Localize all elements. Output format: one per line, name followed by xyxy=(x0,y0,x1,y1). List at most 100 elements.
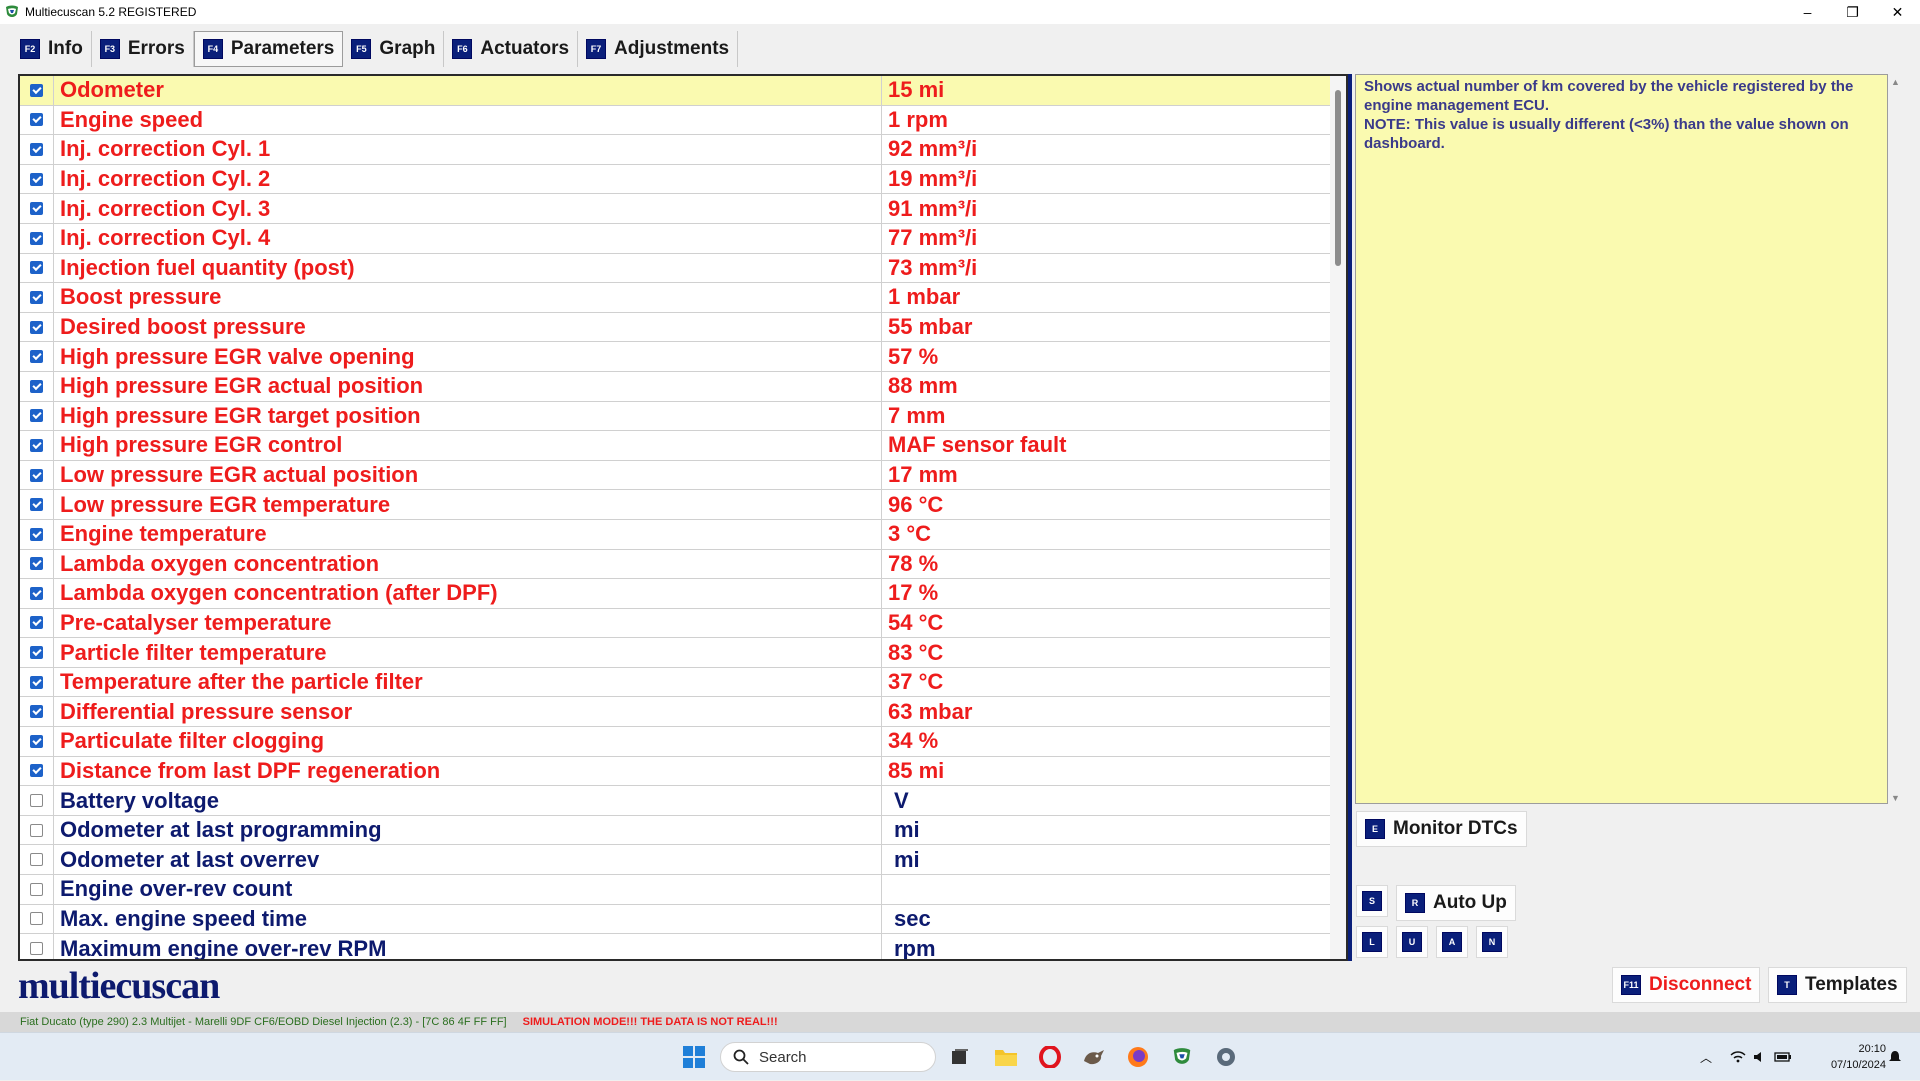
parameter-checkbox[interactable] xyxy=(30,438,43,452)
parameter-checkbox[interactable] xyxy=(30,231,43,245)
parameter-row[interactable]: High pressure EGR target position 7 mm xyxy=(20,401,1330,432)
s-button[interactable]: S xyxy=(1356,885,1388,917)
multiecuscan-taskbar-icon[interactable] xyxy=(1170,1045,1194,1069)
parameter-row[interactable]: Differential pressure sensor 63 mbar xyxy=(20,697,1330,728)
parameter-checkbox[interactable] xyxy=(30,379,43,393)
parameter-row[interactable]: Boost pressure 1 mbar xyxy=(20,283,1330,313)
parameter-row[interactable]: High pressure EGR valve opening 57 % xyxy=(20,342,1330,372)
parameter-row[interactable]: Low pressure EGR actual position 17 mm xyxy=(20,460,1330,491)
notification-bell-icon[interactable] xyxy=(1888,1050,1902,1064)
parameter-row[interactable]: Engine temperature 3 °C xyxy=(20,519,1330,550)
parameter-checkbox[interactable] xyxy=(30,261,43,275)
parameter-checkbox[interactable] xyxy=(30,202,43,216)
parameter-row[interactable]: Temperature after the particle filter 37 … xyxy=(20,667,1330,698)
parameter-row[interactable]: High pressure EGR control MAF sensor faul… xyxy=(20,431,1330,461)
parameter-checkbox[interactable] xyxy=(30,527,43,541)
show-hidden-icons-chevron-icon[interactable]: ︿ xyxy=(1700,1049,1712,1066)
panel-splitter[interactable] xyxy=(1348,74,1352,961)
scroll-up-arrow-icon[interactable]: ▲ xyxy=(1891,77,1900,87)
parameter-row[interactable]: Injection fuel quantity (post) 73 mm³/i xyxy=(20,253,1330,284)
auto-up-button[interactable]: R Auto Up xyxy=(1396,885,1516,921)
close-button[interactable]: ✕ xyxy=(1875,0,1920,24)
parameter-row[interactable]: Lambda oxygen concentration (after DPF) 1… xyxy=(20,579,1330,609)
parameter-row[interactable]: Inj. correction Cyl. 1 92 mm³/i xyxy=(20,135,1330,165)
disconnect-button[interactable]: F11 Disconnect xyxy=(1612,967,1761,1003)
parameter-checkbox[interactable] xyxy=(30,764,43,778)
n-button[interactable]: N xyxy=(1476,926,1508,958)
parameter-checkbox[interactable] xyxy=(30,912,43,926)
parameter-checkbox[interactable] xyxy=(30,882,43,896)
parameter-row[interactable]: Low pressure EGR temperature 96 °C xyxy=(20,490,1330,520)
parameter-checkbox[interactable] xyxy=(30,113,43,127)
firefox-icon[interactable] xyxy=(1126,1045,1150,1069)
tab-errors[interactable]: F3 Errors xyxy=(92,31,194,67)
parameter-row[interactable]: Particle filter temperature 83 °C xyxy=(20,638,1330,668)
taskbar-clock[interactable]: 20:10 07/10/2024 xyxy=(1806,1041,1886,1073)
parameter-checkbox[interactable] xyxy=(30,586,43,600)
maximize-button[interactable]: ❐ xyxy=(1830,0,1875,24)
start-windows-icon[interactable] xyxy=(682,1045,706,1069)
parameter-checkbox[interactable] xyxy=(30,794,43,808)
tab-adjustments[interactable]: F7 Adjustments xyxy=(578,31,739,67)
parameter-row[interactable]: Engine speed 1 rpm xyxy=(20,105,1330,136)
settings-gear-icon[interactable] xyxy=(1214,1045,1238,1069)
taskbar-search[interactable]: Search xyxy=(720,1042,936,1072)
templates-button[interactable]: T Templates xyxy=(1768,967,1907,1003)
task-view-icon[interactable] xyxy=(948,1045,972,1069)
a-button[interactable]: A xyxy=(1436,926,1468,958)
parameter-checkbox[interactable] xyxy=(30,557,43,571)
minimize-button[interactable]: – xyxy=(1785,0,1830,24)
parameter-checkbox[interactable] xyxy=(30,646,43,660)
tab-actuators[interactable]: F6 Actuators xyxy=(444,31,579,67)
tab-graph[interactable]: F5 Graph xyxy=(343,31,445,67)
parameter-checkbox[interactable] xyxy=(30,705,43,719)
parameter-row[interactable]: Odometer 15 mi xyxy=(20,76,1330,106)
tab-info[interactable]: F2 Info xyxy=(12,31,92,67)
opera-browser-icon[interactable] xyxy=(1038,1045,1062,1069)
parameter-checkbox[interactable] xyxy=(30,498,43,512)
parameter-checkbox[interactable] xyxy=(30,83,43,97)
parameter-checkbox[interactable] xyxy=(30,350,43,364)
parameter-checkbox[interactable] xyxy=(30,320,43,334)
parameter-checkbox[interactable] xyxy=(30,942,43,956)
tab-parameters[interactable]: F4 Parameters xyxy=(193,31,344,67)
scroll-down-arrow-icon[interactable]: ▼ xyxy=(1891,793,1900,803)
parameter-checkbox[interactable] xyxy=(30,142,43,156)
parameter-row[interactable]: Particulate filter clogging 34 % xyxy=(20,727,1330,757)
parameter-row[interactable]: Distance from last DPF regeneration 85 mi xyxy=(20,756,1330,787)
parameter-checkbox[interactable] xyxy=(30,172,43,186)
parameter-row[interactable]: Inj. correction Cyl. 4 77 mm³/i xyxy=(20,223,1330,254)
parameter-checkbox[interactable] xyxy=(30,468,43,482)
parameter-checkbox[interactable] xyxy=(30,290,43,304)
parameter-checkbox[interactable] xyxy=(30,734,43,748)
parameter-row[interactable]: Maximum engine over-rev RPM rpm xyxy=(20,934,1330,959)
parameter-row[interactable]: Desired boost pressure 55 mbar xyxy=(20,312,1330,343)
l-button[interactable]: L xyxy=(1356,926,1388,958)
parameter-row[interactable]: Inj. correction Cyl. 2 19 mm³/i xyxy=(20,164,1330,195)
description-scrollbar[interactable]: ▲ ▼ xyxy=(1889,75,1903,805)
u-button[interactable]: U xyxy=(1396,926,1428,958)
parameter-row[interactable]: Pre-catalyser temperature 54 °C xyxy=(20,608,1330,639)
table-scrollbar[interactable] xyxy=(1330,76,1346,959)
parameter-checkbox[interactable] xyxy=(30,616,43,630)
parameter-row[interactable]: Odometer at last overrev mi xyxy=(20,845,1330,876)
file-explorer-icon[interactable] xyxy=(994,1045,1018,1069)
parameter-value: 91 mm³/i xyxy=(888,195,978,221)
parameter-row[interactable]: Engine over-rev count xyxy=(20,875,1330,905)
parameter-row[interactable]: Odometer at last programming mi xyxy=(20,815,1330,846)
parameter-row[interactable]: Inj. correction Cyl. 3 91 mm³/i xyxy=(20,194,1330,224)
parameter-row[interactable]: Battery voltage V xyxy=(20,786,1330,816)
scrollbar-thumb[interactable] xyxy=(1335,90,1341,266)
parameter-row[interactable]: High pressure EGR actual position 88 mm xyxy=(20,371,1330,402)
parameter-checkbox[interactable] xyxy=(30,409,43,423)
parameter-checkbox[interactable] xyxy=(30,853,43,867)
parameter-row[interactable]: Lambda oxygen concentration 78 % xyxy=(20,549,1330,580)
parameter-checkbox[interactable] xyxy=(30,823,43,837)
wifi-icon[interactable] xyxy=(1730,1050,1746,1064)
gimp-icon[interactable] xyxy=(1082,1045,1106,1069)
parameter-row[interactable]: Max. engine speed time sec xyxy=(20,904,1330,935)
monitor-dtcs-button[interactable]: E Monitor DTCs xyxy=(1356,811,1527,847)
battery-icon[interactable] xyxy=(1774,1051,1792,1063)
parameter-checkbox[interactable] xyxy=(30,675,43,689)
volume-icon[interactable] xyxy=(1752,1050,1768,1064)
